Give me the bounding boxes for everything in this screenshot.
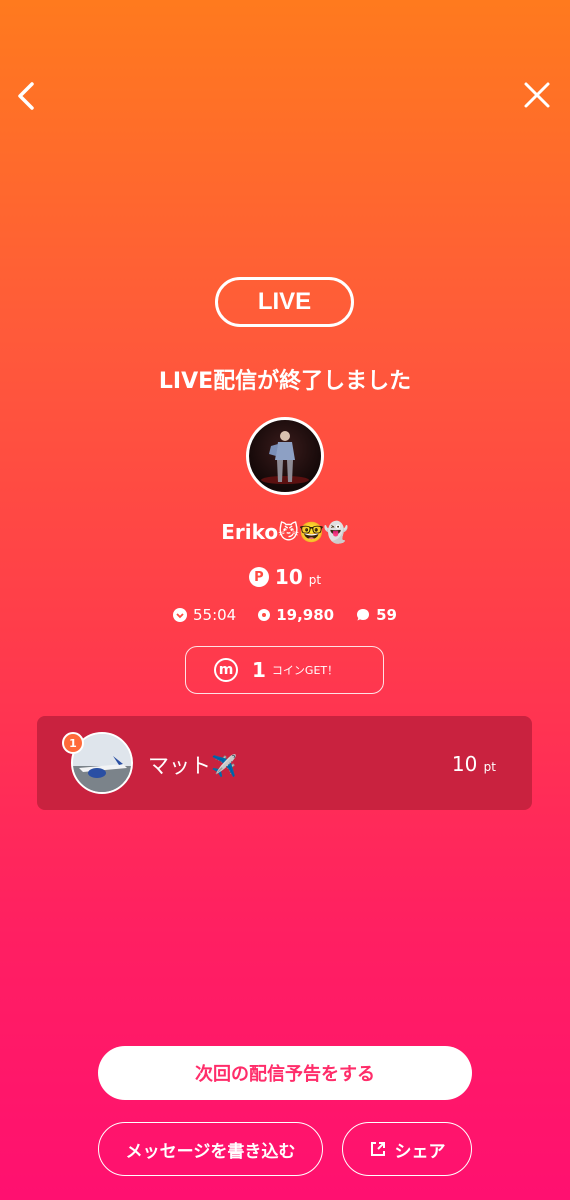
coin-get-badge: m 1 コインGET！ xyxy=(185,646,384,694)
host-name: Eriko😼🤓👻 xyxy=(221,520,349,544)
points-row: P 10 pt xyxy=(0,565,570,589)
viewers-value: 19,980 xyxy=(276,606,335,624)
live-badge: LIVE xyxy=(215,277,354,327)
ranking-item[interactable]: 1 マット✈️ 10 pt xyxy=(37,716,532,810)
share-button[interactable]: シェア xyxy=(342,1122,472,1176)
rank-badge: 1 xyxy=(62,732,84,754)
ranking-points-unit: pt xyxy=(483,760,496,774)
host-avatar[interactable] xyxy=(246,417,324,495)
points-value: 10 xyxy=(274,565,303,589)
coin-count: 1 xyxy=(252,658,266,682)
stats-row: 55:04 19,980 59 xyxy=(0,606,570,624)
coin-icon: m xyxy=(214,658,238,682)
ranking-points: 10 pt xyxy=(452,752,496,776)
viewers-stat: 19,980 xyxy=(258,606,334,624)
ended-title: LIVE配信が終了しました xyxy=(158,369,412,394)
duration-value: 55:04 xyxy=(193,606,237,624)
schedule-next-live-button[interactable]: 次回の配信予告をする xyxy=(98,1046,472,1100)
duration-stat: 55:04 xyxy=(173,606,236,624)
clock-icon xyxy=(173,608,187,622)
comments-stat: 59 xyxy=(356,606,397,624)
points-unit: pt xyxy=(308,573,322,587)
back-button[interactable] xyxy=(8,76,48,116)
viewers-icon xyxy=(258,609,271,621)
ranking-name: マット✈️ xyxy=(148,754,238,778)
share-icon xyxy=(370,1142,385,1156)
chevron-left-icon xyxy=(18,82,34,110)
share-label: シェア xyxy=(394,1141,446,1162)
host-photo-icon xyxy=(261,431,309,484)
coin-label: コインGET！ xyxy=(271,664,339,677)
points-icon: P xyxy=(248,567,269,587)
close-icon xyxy=(524,82,550,108)
write-message-button[interactable]: メッセージを書き込む xyxy=(98,1122,323,1176)
comments-value: 59 xyxy=(376,606,397,624)
close-button[interactable] xyxy=(518,76,558,116)
comment-icon xyxy=(357,609,370,621)
ranking-points-value: 10 xyxy=(451,752,478,776)
